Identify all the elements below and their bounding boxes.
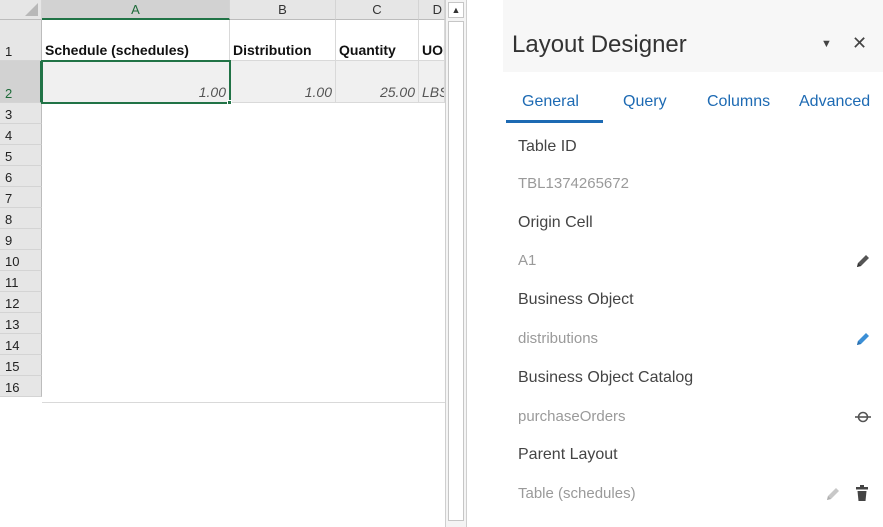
- select-all-corner[interactable]: [0, 0, 42, 20]
- cell-c2[interactable]: 25.00: [336, 61, 419, 103]
- row-header-12[interactable]: 12: [0, 292, 42, 313]
- cell-a2[interactable]: 1.00: [42, 61, 230, 103]
- empty-cells-area[interactable]: [42, 103, 445, 403]
- tab-columns[interactable]: Columns: [707, 93, 770, 111]
- business-object-catalog-value: purchaseOrders: [518, 408, 626, 425]
- business-object-value: distributions: [518, 330, 599, 347]
- pencil-icon[interactable]: [853, 329, 873, 349]
- spreadsheet-grid: A B C D 1 2 3 4 5 6 7 8 9 10 11 12 13 14…: [0, 0, 500, 527]
- row-header-4[interactable]: 4: [0, 124, 42, 145]
- cell-b2[interactable]: 1.00: [230, 61, 336, 103]
- pencil-icon[interactable]: [823, 484, 843, 504]
- row-header-11[interactable]: 11: [0, 271, 42, 292]
- parent-layout-label: Parent Layout: [518, 446, 618, 463]
- target-icon[interactable]: [853, 407, 873, 427]
- business-object-catalog-label: Business Object Catalog: [518, 369, 694, 386]
- layout-designer-pane: Layout Designer ▼ ✕ General Query Column…: [503, 0, 883, 527]
- tab-query[interactable]: Query: [623, 93, 667, 111]
- column-header-a[interactable]: A: [42, 0, 230, 20]
- column-header-d[interactable]: D: [419, 0, 445, 20]
- scrollbar-thumb[interactable]: [448, 21, 464, 521]
- table-id-value: TBL1374265672: [518, 175, 629, 192]
- tab-general[interactable]: General: [522, 93, 579, 111]
- row-header-7[interactable]: 7: [0, 187, 42, 208]
- table-id-label: Table ID: [518, 138, 577, 155]
- cell-d1[interactable]: UOM: [419, 20, 445, 61]
- cell-a1[interactable]: Schedule (schedules): [42, 20, 230, 61]
- active-tab-underline: [506, 120, 603, 123]
- scroll-up-arrow-icon[interactable]: ▲: [448, 2, 464, 18]
- row-header-2[interactable]: 2: [0, 61, 42, 103]
- row-header-14[interactable]: 14: [0, 334, 42, 355]
- vertical-scrollbar[interactable]: ▲: [445, 0, 467, 527]
- row-header-8[interactable]: 8: [0, 208, 42, 229]
- column-header-b[interactable]: B: [230, 0, 336, 20]
- row-header-1[interactable]: 1: [0, 20, 42, 61]
- chevron-down-icon[interactable]: ▼: [821, 38, 832, 50]
- row-header-10[interactable]: 10: [0, 250, 42, 271]
- row-header-3[interactable]: 3: [0, 103, 42, 124]
- select-all-triangle-icon: [25, 3, 38, 16]
- close-icon[interactable]: ✕: [852, 33, 867, 54]
- fill-handle[interactable]: [227, 100, 232, 105]
- cell-c1[interactable]: Quantity: [336, 20, 419, 61]
- business-object-label: Business Object: [518, 291, 634, 308]
- trash-icon[interactable]: [852, 483, 872, 503]
- row-header-5[interactable]: 5: [0, 145, 42, 166]
- pane-body: General Query Columns Advanced Table ID …: [503, 72, 883, 527]
- row-header-9[interactable]: 9: [0, 229, 42, 250]
- cell-d2[interactable]: LBS: [419, 61, 445, 103]
- pane-title: Layout Designer: [512, 31, 687, 58]
- row-header-15[interactable]: 15: [0, 355, 42, 376]
- origin-cell-label: Origin Cell: [518, 214, 593, 231]
- row-header-6[interactable]: 6: [0, 166, 42, 187]
- cell-b1[interactable]: Distribution: [230, 20, 336, 61]
- row-header-13[interactable]: 13: [0, 313, 42, 334]
- row-header-16[interactable]: 16: [0, 376, 42, 397]
- column-header-c[interactable]: C: [336, 0, 419, 20]
- origin-cell-value: A1: [518, 252, 537, 269]
- tab-advanced[interactable]: Advanced: [799, 93, 870, 111]
- parent-layout-value: Table (schedules): [518, 485, 636, 502]
- pencil-icon[interactable]: [853, 251, 873, 271]
